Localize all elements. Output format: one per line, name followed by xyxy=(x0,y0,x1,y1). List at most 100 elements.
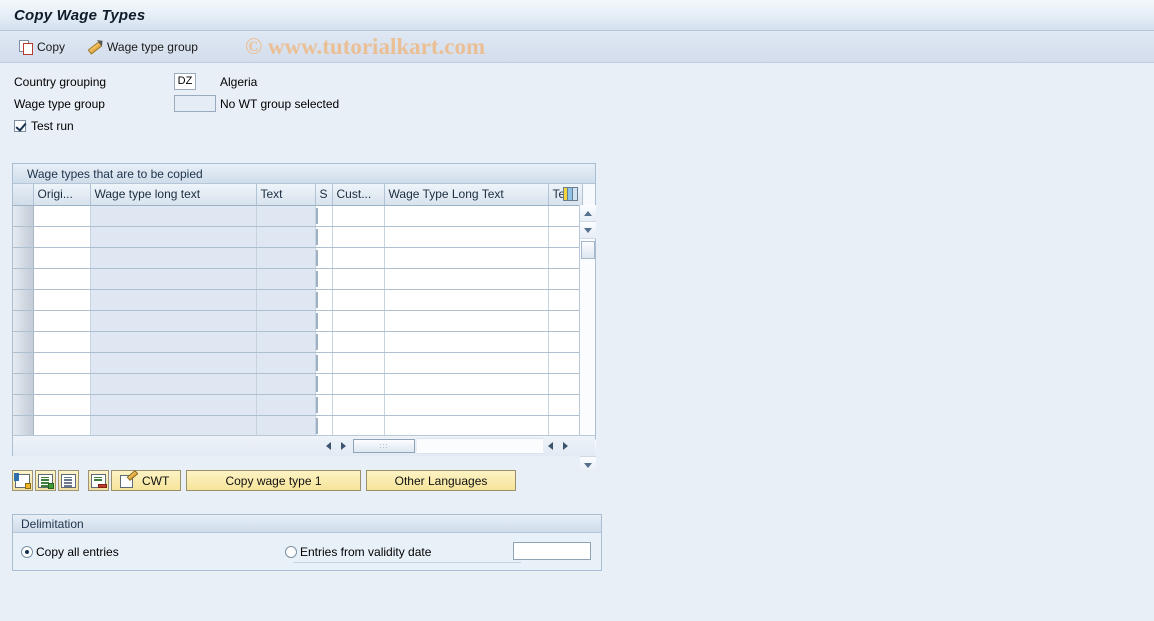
cell-cust[interactable] xyxy=(332,373,385,395)
copy-entry-button[interactable] xyxy=(35,470,56,491)
hscroll-left-button-2[interactable] xyxy=(543,439,558,454)
cell-text2[interactable] xyxy=(548,373,583,395)
cell-s[interactable] xyxy=(315,205,333,227)
cell-cust[interactable] xyxy=(332,415,385,437)
row-selector-cell[interactable] xyxy=(13,352,34,374)
row-checkbox[interactable] xyxy=(315,333,318,350)
cell-text1[interactable] xyxy=(256,268,316,290)
horizontal-scroll-thumb[interactable]: ::: xyxy=(353,439,415,453)
cell-wage_type_long_text_2[interactable] xyxy=(384,268,549,290)
cell-wage_type_long_text[interactable] xyxy=(90,226,257,248)
cell-wage_type_long_text_2[interactable] xyxy=(384,394,549,416)
copy-all-entries-radio[interactable] xyxy=(21,546,33,558)
table-row[interactable] xyxy=(13,415,583,437)
cell-text2[interactable] xyxy=(548,415,583,437)
scroll-up-button[interactable] xyxy=(580,205,596,222)
vertical-scroll-track[interactable] xyxy=(580,259,595,439)
cell-wage_type_long_text_2[interactable] xyxy=(384,289,549,311)
cell-cust[interactable] xyxy=(332,268,385,290)
table-vertical-scrollbar[interactable] xyxy=(579,205,596,473)
cell-wage_type_long_text[interactable] xyxy=(90,205,257,227)
table-horizontal-scrollbar[interactable]: ::: xyxy=(13,435,595,456)
row-selector-cell[interactable] xyxy=(13,331,34,353)
cell-text1[interactable] xyxy=(256,373,316,395)
validity-date-input[interactable] xyxy=(513,542,591,560)
cell-s[interactable] xyxy=(315,247,333,269)
row-checkbox[interactable] xyxy=(315,270,318,287)
test-run-row[interactable]: Test run xyxy=(14,116,1154,136)
cell-cust[interactable] xyxy=(332,226,385,248)
row-selector-cell[interactable] xyxy=(13,394,34,416)
column-settings-button[interactable] xyxy=(563,187,578,201)
wage-type-group-button[interactable]: Wage type group xyxy=(80,36,205,58)
cell-s[interactable] xyxy=(315,226,333,248)
cell-text2[interactable] xyxy=(548,310,583,332)
cell-s[interactable] xyxy=(315,268,333,290)
cell-s[interactable] xyxy=(315,415,333,437)
table-row[interactable] xyxy=(13,268,583,290)
cwt-button[interactable]: CWT xyxy=(111,470,181,491)
cell-text1[interactable] xyxy=(256,331,316,353)
cell-text2[interactable] xyxy=(548,205,583,227)
row-selector-cell[interactable] xyxy=(13,247,34,269)
test-run-checkbox[interactable] xyxy=(14,120,26,132)
country-grouping-input[interactable]: DZ xyxy=(174,73,196,90)
cell-wage_type_long_text_2[interactable] xyxy=(384,352,549,374)
cell-wage_type_long_text[interactable] xyxy=(90,352,257,374)
cell-origi[interactable] xyxy=(33,289,91,311)
cell-text1[interactable] xyxy=(256,415,316,437)
cell-wage_type_long_text_2[interactable] xyxy=(384,331,549,353)
cell-wage_type_long_text_2[interactable] xyxy=(384,226,549,248)
table-row[interactable] xyxy=(13,226,583,248)
row-checkbox[interactable] xyxy=(315,375,318,392)
row-checkbox[interactable] xyxy=(315,228,318,245)
row-checkbox[interactable] xyxy=(315,207,318,224)
other-languages-button[interactable]: Other Languages xyxy=(366,470,516,491)
cell-text1[interactable] xyxy=(256,247,316,269)
row-selector-cell[interactable] xyxy=(13,205,34,227)
cell-origi[interactable] xyxy=(33,268,91,290)
hscroll-right-button-2[interactable] xyxy=(558,439,573,454)
vertical-scroll-thumb[interactable] xyxy=(580,241,595,259)
copy-all-entries-option[interactable]: Copy all entries xyxy=(21,545,119,559)
row-selector-cell[interactable] xyxy=(13,310,34,332)
row-selector-cell[interactable] xyxy=(13,415,34,437)
cell-text1[interactable] xyxy=(256,226,316,248)
row-checkbox[interactable] xyxy=(315,291,318,308)
cell-wage_type_long_text_2[interactable] xyxy=(384,205,549,227)
cell-s[interactable] xyxy=(315,331,333,353)
wage-type-group-input[interactable] xyxy=(174,95,216,112)
cell-origi[interactable] xyxy=(33,310,91,332)
cell-cust[interactable] xyxy=(332,205,385,227)
row-selector-cell[interactable] xyxy=(13,268,34,290)
table-row[interactable] xyxy=(13,373,583,395)
cell-text2[interactable] xyxy=(548,226,583,248)
cell-wage_type_long_text[interactable] xyxy=(90,268,257,290)
row-selector-cell[interactable] xyxy=(13,226,34,248)
cell-s[interactable] xyxy=(315,394,333,416)
cell-origi[interactable] xyxy=(33,331,91,353)
cell-wage_type_long_text_2[interactable] xyxy=(384,415,549,437)
cell-wage_type_long_text_2[interactable] xyxy=(384,310,549,332)
cell-origi[interactable] xyxy=(33,373,91,395)
row-checkbox[interactable] xyxy=(315,312,318,329)
cell-wage_type_long_text[interactable] xyxy=(90,373,257,395)
table-row[interactable] xyxy=(13,247,583,269)
row-selector-cell[interactable] xyxy=(13,289,34,311)
cell-wage_type_long_text[interactable] xyxy=(90,394,257,416)
cell-text2[interactable] xyxy=(548,247,583,269)
cell-wage_type_long_text[interactable] xyxy=(90,415,257,437)
cell-wage_type_long_text_2[interactable] xyxy=(384,373,549,395)
scroll-page-up-button[interactable] xyxy=(580,222,596,239)
column-header-wage_type_long_text[interactable]: Wage type long text xyxy=(90,184,257,206)
column-header-text1[interactable]: Text xyxy=(256,184,316,206)
table-row[interactable] xyxy=(13,310,583,332)
cell-cust[interactable] xyxy=(332,310,385,332)
cell-text2[interactable] xyxy=(548,394,583,416)
cell-s[interactable] xyxy=(315,310,333,332)
cell-origi[interactable] xyxy=(33,247,91,269)
cell-origi[interactable] xyxy=(33,226,91,248)
column-header-origi[interactable]: Origi... xyxy=(33,184,91,206)
cell-text1[interactable] xyxy=(256,310,316,332)
cell-text2[interactable] xyxy=(548,331,583,353)
